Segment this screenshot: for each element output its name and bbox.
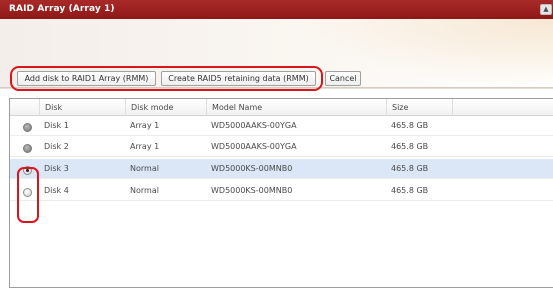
cell-disk-mode: Normal <box>130 164 159 173</box>
cell-size: 465.8 GB <box>391 186 429 195</box>
header-model-name[interactable]: Model Name <box>206 99 386 116</box>
header-filler <box>452 99 553 116</box>
cell-disk: Disk 1 <box>44 121 69 130</box>
radio-disk-2 <box>23 144 32 153</box>
radio-disk-1 <box>23 123 32 132</box>
cell-size: 465.8 GB <box>391 164 429 173</box>
header-size[interactable]: Size <box>386 99 452 116</box>
cell-model: WD5000AAKS-00YGA <box>211 121 297 130</box>
cell-model: WD5000AAKS-00YGA <box>211 142 297 151</box>
radio-disk-3[interactable] <box>23 166 32 175</box>
header-select <box>10 99 39 116</box>
add-disk-raid1-button[interactable]: Add disk to RAID1 Array (RMM) <box>17 71 156 86</box>
cell-disk: Disk 2 <box>44 142 69 151</box>
table-row[interactable]: Disk 2 Array 1 WD5000AAKS-00YGA 465.8 GB <box>10 137 553 157</box>
header-disk-mode[interactable]: Disk mode <box>125 99 206 116</box>
cell-disk-mode: Normal <box>130 186 159 195</box>
cell-disk-mode: Array 1 <box>130 142 160 151</box>
raid-array-dialog: RAID Array (Array 1) ▲ Add disk to RAID1… <box>0 0 553 288</box>
create-raid5-button[interactable]: Create RAID5 retaining data (RMM) <box>161 71 316 86</box>
cell-disk: Disk 3 <box>44 164 69 173</box>
table-row[interactable]: Disk 1 Array 1 WD5000AAKS-00YGA 465.8 GB <box>10 116 553 136</box>
cancel-button[interactable]: Cancel <box>325 71 361 86</box>
cell-disk: Disk 4 <box>44 186 69 195</box>
radio-disk-4[interactable] <box>23 188 32 197</box>
cell-size: 465.8 GB <box>391 121 429 130</box>
table-header: Disk Disk mode Model Name Size <box>10 99 553 116</box>
dialog-title: RAID Array (Array 1) <box>9 4 115 14</box>
cell-model: WD5000KS-00MNB0 <box>211 186 293 195</box>
table-row[interactable]: Disk 4 Normal WD5000KS-00MNB0 465.8 GB <box>10 181 553 201</box>
cell-disk-mode: Array 1 <box>130 121 160 130</box>
collapse-icon[interactable]: ▲ <box>540 4 552 15</box>
title-bar: RAID Array (Array 1) ▲ <box>0 0 553 19</box>
header-disk[interactable]: Disk <box>39 99 125 116</box>
disk-table: Disk Disk mode Model Name Size Disk 1 Ar… <box>9 98 553 288</box>
toolbar-divider <box>0 87 553 89</box>
cell-model: WD5000KS-00MNB0 <box>211 164 293 173</box>
table-row[interactable]: Disk 3 Normal WD5000KS-00MNB0 465.8 GB <box>10 159 553 179</box>
cell-size: 465.8 GB <box>391 142 429 151</box>
